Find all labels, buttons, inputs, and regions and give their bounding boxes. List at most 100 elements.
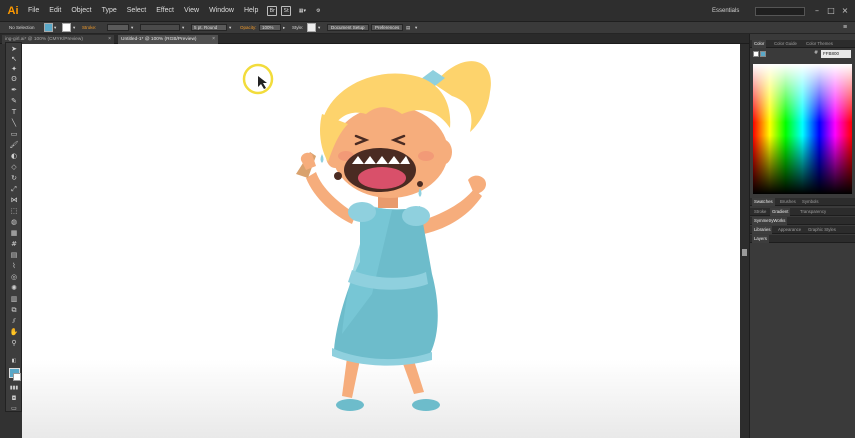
stroke-weight-dropdown-icon[interactable]: ▾ bbox=[131, 23, 133, 32]
stroke-swatch[interactable] bbox=[62, 23, 71, 32]
opacity-label[interactable]: Opacity: bbox=[240, 23, 257, 32]
close-icon[interactable]: × bbox=[108, 35, 111, 44]
panel-menu-icon[interactable]: ≡ bbox=[843, 23, 847, 32]
slice-tool-icon[interactable]: ⫽ bbox=[9, 317, 19, 326]
menu-object[interactable]: Object bbox=[66, 7, 96, 14]
menu-window[interactable]: Window bbox=[204, 7, 239, 14]
stock-icon[interactable]: St bbox=[281, 5, 292, 16]
draw-mode-icon[interactable]: ◘ bbox=[9, 394, 19, 403]
tab-symmetryworks[interactable]: SymmetryWorks bbox=[752, 217, 788, 225]
tab-swatches[interactable]: Swatches bbox=[752, 198, 775, 206]
opacity-field[interactable]: 100% bbox=[259, 24, 281, 31]
magic-wand-icon[interactable]: ✦ bbox=[9, 65, 19, 74]
menu-edit[interactable]: Edit bbox=[44, 7, 66, 14]
search-input[interactable] bbox=[755, 7, 805, 16]
scale-icon[interactable]: ⤢ bbox=[9, 185, 19, 194]
color-mode-icon[interactable]: ▮▮▮ bbox=[9, 384, 19, 393]
bridge-icon[interactable]: Br bbox=[267, 5, 278, 16]
menu-help[interactable]: Help bbox=[239, 7, 263, 14]
menu-file[interactable]: File bbox=[23, 7, 44, 14]
tab-transparency[interactable]: Transparency bbox=[798, 208, 828, 216]
default-colors-icon[interactable]: ◧ bbox=[9, 357, 19, 366]
tab-brushes[interactable]: Brushes bbox=[778, 198, 798, 206]
fill-swatch[interactable] bbox=[44, 23, 53, 32]
menu-effect[interactable]: Effect bbox=[151, 7, 179, 14]
profile-dropdown-icon[interactable]: ▾ bbox=[182, 23, 184, 32]
stroke-color-icon[interactable] bbox=[13, 373, 21, 381]
close-icon[interactable]: × bbox=[212, 35, 215, 44]
rotate-icon[interactable]: ↻ bbox=[9, 174, 19, 183]
fill-dropdown-icon[interactable]: ▾ bbox=[54, 23, 56, 32]
control-menu-icon[interactable]: ▾ bbox=[415, 23, 417, 32]
document-setup-button[interactable]: Document Setup bbox=[327, 24, 369, 31]
eyedropper-icon[interactable]: ⌇ bbox=[9, 262, 19, 271]
blend-tool-icon[interactable]: ◎ bbox=[9, 273, 19, 282]
mesh-tool-icon[interactable]: # bbox=[9, 240, 19, 249]
hand-tool-icon[interactable]: ✋ bbox=[9, 328, 19, 337]
illustrator-window: Ai File Edit Object Type Select Effect V… bbox=[0, 0, 855, 438]
scrollbar-thumb[interactable] bbox=[742, 249, 747, 256]
tab-color-themes[interactable]: Color Themes bbox=[804, 40, 835, 48]
direct-selection-icon[interactable]: ↖ bbox=[9, 55, 19, 64]
shape-builder-icon[interactable]: ◍ bbox=[9, 218, 19, 227]
zoom-tool-icon[interactable]: ⚲ bbox=[9, 339, 19, 348]
symbol-sprayer-icon[interactable]: ✺ bbox=[9, 284, 19, 293]
curvature-icon[interactable]: ✎ bbox=[9, 97, 19, 106]
artboard-canvas[interactable] bbox=[22, 44, 740, 438]
tab-color-guide[interactable]: Color Guide bbox=[772, 40, 799, 48]
tab-libraries[interactable]: Libraries bbox=[752, 226, 773, 234]
selection-tool-icon[interactable]: ➤ bbox=[9, 45, 19, 54]
stroke-swatch-small[interactable] bbox=[760, 51, 766, 57]
fill-swatch-small[interactable] bbox=[753, 51, 759, 57]
brush-dropdown-icon[interactable]: ▾ bbox=[229, 23, 231, 32]
selection-status: No Selection bbox=[9, 25, 35, 30]
stroke-dropdown-icon[interactable]: ▾ bbox=[73, 23, 75, 32]
tab-gradient[interactable]: Gradient bbox=[770, 208, 791, 216]
blob-brush-icon[interactable]: ◐ bbox=[9, 152, 19, 161]
tab-stroke[interactable]: Stroke bbox=[752, 208, 768, 216]
hex-input[interactable]: FFB800 bbox=[821, 50, 851, 58]
align-icon[interactable]: ▤ bbox=[406, 23, 410, 32]
free-transform-icon[interactable]: ⬚ bbox=[9, 207, 19, 216]
gpu-icon[interactable]: ⚙ bbox=[313, 6, 323, 16]
preferences-button[interactable]: Preferences bbox=[371, 24, 404, 31]
rectangle-tool-icon[interactable]: ▭ bbox=[9, 130, 19, 139]
tab-layers[interactable]: Layers bbox=[752, 235, 769, 243]
style-dropdown-icon[interactable]: ▾ bbox=[318, 23, 320, 32]
menu-type[interactable]: Type bbox=[97, 7, 122, 14]
gradient-tool-icon[interactable]: ▤ bbox=[9, 251, 19, 260]
arrange-documents-icon[interactable]: ▦▾ bbox=[295, 6, 309, 16]
tab-color[interactable]: Color bbox=[752, 40, 767, 48]
brush-definition[interactable]: 5 pt. Round bbox=[191, 24, 227, 31]
stroke-label[interactable]: Stroke: bbox=[82, 23, 96, 32]
stroke-weight-field[interactable] bbox=[107, 24, 129, 31]
type-tool-icon[interactable]: T bbox=[9, 108, 19, 117]
crying-girl-illustration[interactable] bbox=[22, 44, 740, 438]
maximize-icon[interactable]: □ bbox=[826, 6, 836, 16]
column-graph-icon[interactable]: ▥ bbox=[9, 295, 19, 304]
hex-hash-label: # bbox=[814, 50, 819, 56]
tab-graphic-styles[interactable]: Graphic Styles bbox=[806, 226, 838, 234]
tab-appearance[interactable]: Appearance bbox=[776, 226, 803, 234]
color-spectrum[interactable] bbox=[753, 64, 852, 194]
artboard-tool-icon[interactable]: ⧉ bbox=[9, 306, 19, 315]
canvas-scrollbar[interactable] bbox=[740, 44, 749, 438]
variable-width-profile[interactable] bbox=[140, 24, 180, 31]
opacity-arrow-icon[interactable]: ▸ bbox=[283, 23, 285, 32]
line-tool-icon[interactable]: ╲ bbox=[9, 119, 19, 128]
tab-symbols[interactable]: Symbols bbox=[800, 198, 820, 206]
eraser-icon[interactable]: ◇ bbox=[9, 163, 19, 172]
lasso-icon[interactable]: ʘ bbox=[9, 75, 19, 84]
graphic-style-swatch[interactable] bbox=[307, 23, 316, 32]
perspective-grid-icon[interactable]: ▦ bbox=[9, 229, 19, 238]
tab-untitled-1[interactable]: Untitled-1* @ 100% (RGB/Preview) × bbox=[118, 35, 218, 44]
pen-tool-icon[interactable]: ✒ bbox=[9, 86, 19, 95]
close-icon[interactable]: × bbox=[840, 6, 850, 16]
workspace-switcher[interactable]: Essentials bbox=[712, 8, 739, 14]
screen-mode-icon[interactable]: ▭ bbox=[9, 404, 19, 413]
paintbrush-icon[interactable]: 🖌 bbox=[9, 141, 19, 150]
minimize-icon[interactable]: – bbox=[812, 6, 822, 16]
width-tool-icon[interactable]: ⋈ bbox=[9, 196, 19, 205]
menu-view[interactable]: View bbox=[179, 7, 204, 14]
menu-select[interactable]: Select bbox=[122, 7, 151, 14]
